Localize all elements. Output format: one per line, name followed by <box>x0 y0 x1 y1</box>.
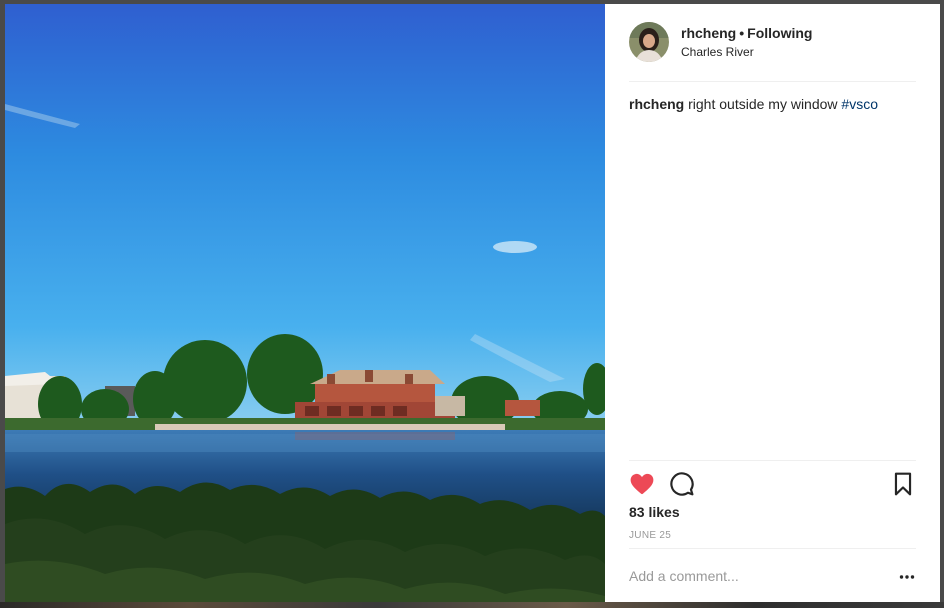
comment-button[interactable] <box>669 471 695 497</box>
post-details-panel: rhcheng • Following Charles River rhcheng … <box>605 4 940 604</box>
hashtag-link[interactable]: #vsco <box>841 96 878 112</box>
like-button[interactable] <box>629 471 655 497</box>
comment-input[interactable] <box>629 568 869 584</box>
bookmark-icon <box>894 472 912 496</box>
post-photo[interactable] <box>5 4 605 604</box>
caption-username-link[interactable]: rhcheng <box>629 96 684 112</box>
post-header: rhcheng • Following Charles River <box>629 22 916 82</box>
action-bar <box>629 460 916 505</box>
save-button[interactable] <box>890 471 916 497</box>
comment-bar <box>629 548 916 604</box>
more-options-button[interactable] <box>898 568 916 586</box>
username-row: rhcheng • Following <box>681 25 812 41</box>
river-landscape-image <box>5 4 605 604</box>
location-link[interactable]: Charles River <box>681 45 754 59</box>
comment-bubble-icon <box>670 472 694 496</box>
following-button[interactable]: Following <box>747 25 812 41</box>
profile-photo-icon <box>629 22 669 62</box>
avatar[interactable] <box>629 22 669 62</box>
post-date[interactable]: JUNE 25 <box>629 530 671 541</box>
likes-count[interactable]: 83 likes <box>629 504 680 520</box>
background-feed-strip <box>0 602 944 608</box>
heart-icon <box>630 473 654 495</box>
separator-dot: • <box>739 25 745 41</box>
post-modal: rhcheng • Following Charles River rhcheng … <box>0 0 944 608</box>
post-caption: rhcheng right outside my window #vsco <box>629 95 916 113</box>
caption-text: right outside my window <box>684 96 842 112</box>
username-link[interactable]: rhcheng <box>681 25 736 41</box>
more-options-icon <box>899 575 915 579</box>
